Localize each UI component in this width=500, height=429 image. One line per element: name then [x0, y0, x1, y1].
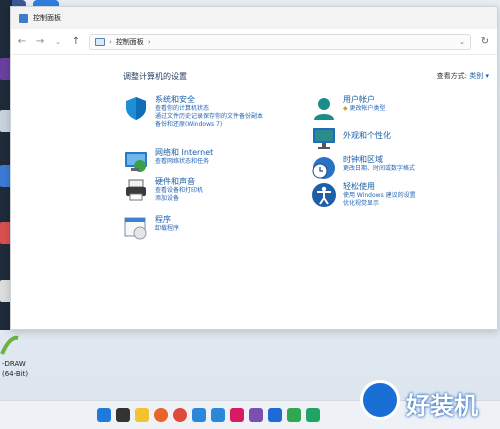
category-link[interactable]: 查看你的计算机状态 [155, 105, 263, 113]
view-by-label: 查看方式: [436, 72, 468, 80]
file-explorer-icon[interactable] [135, 408, 149, 422]
breadcrumb[interactable]: 控制面板 [116, 37, 144, 47]
desktop-label: (64-Bit) [2, 370, 29, 378]
back-arrow-icon[interactable]: ← [17, 36, 27, 47]
app-icon[interactable] [230, 408, 244, 422]
category-hardware-sound: 硬件和声音 查看设备和打印机 添加设备 [123, 177, 203, 203]
chevron-right-icon: › [109, 37, 112, 46]
category-user-accounts: 用户帐户 ◆ 更改帐户类型 [311, 95, 386, 121]
title-bar[interactable]: 控制面板 [11, 7, 497, 29]
category-title[interactable]: 用户帐户 [343, 95, 386, 105]
watermark-logo-icon [360, 380, 400, 420]
address-bar[interactable]: › 控制面板 › ⌄ [89, 33, 471, 50]
category-title[interactable]: 网络和 Internet [155, 148, 213, 158]
computer-icon [95, 37, 105, 46]
app-icon[interactable] [306, 408, 320, 422]
refresh-icon[interactable]: ↻ [479, 36, 491, 47]
shield-icon[interactable] [123, 95, 149, 121]
coreldraw-icon[interactable] [0, 334, 20, 356]
app-icon[interactable] [268, 408, 282, 422]
view-by: 查看方式: 类别 ▾ [437, 71, 489, 81]
app-icon[interactable] [211, 408, 225, 422]
category-system-security: 系统和安全 查看你的计算机状态 通过文件历史记录保存你的文件备份副本 备份和还原… [123, 95, 263, 129]
category-programs: 程序 卸载程序 [123, 215, 179, 241]
category-title[interactable]: 硬件和声音 [155, 177, 203, 187]
category-link[interactable]: 查看网络状态和任务 [155, 158, 213, 166]
category-title[interactable]: 外观和个性化 [343, 131, 391, 141]
up-arrow-icon[interactable]: ↑ [71, 36, 81, 47]
category-link[interactable]: 查看设备和打印机 [155, 187, 203, 195]
control-panel-icon [19, 13, 28, 23]
category-link[interactable]: ◆ 更改帐户类型 [343, 105, 386, 113]
uac-shield-icon: ◆ [343, 105, 348, 112]
printer-icon[interactable] [123, 177, 149, 203]
chevron-right-icon: › [147, 37, 151, 46]
category-link[interactable]: 通过文件历史记录保存你的文件备份副本 [155, 113, 263, 121]
category-link[interactable]: 更改日期、时间或数字格式 [343, 165, 415, 173]
category-link[interactable]: 使用 Windows 建议的设置 [343, 192, 416, 200]
watermark: 好装机 [360, 372, 496, 426]
app-icon[interactable] [287, 408, 301, 422]
category-appearance: 外观和个性化 [311, 125, 391, 151]
category-network-internet: 网络和 Internet 查看网络状态和任务 [123, 148, 213, 174]
category-link[interactable]: 备份和还原(Windows 7) [155, 121, 263, 129]
category-link[interactable]: 优化视觉显示 [343, 200, 416, 208]
navigation-bar: ← → ⌄ ↑ › 控制面板 › ⌄ ↻ [11, 29, 497, 55]
chrome-icon[interactable] [173, 408, 187, 422]
monitor-icon[interactable] [311, 125, 337, 151]
programs-icon[interactable] [123, 215, 149, 241]
category-title[interactable]: 程序 [155, 215, 179, 225]
category-link[interactable]: 添加设备 [155, 195, 203, 203]
network-globe-icon[interactable] [123, 148, 149, 174]
user-icon[interactable] [311, 95, 337, 121]
view-by-dropdown[interactable]: 类别 ▾ [469, 72, 489, 80]
app-icon[interactable] [192, 408, 206, 422]
category-title[interactable]: 轻松使用 [343, 182, 416, 192]
accessibility-icon[interactable] [311, 182, 337, 208]
app-icon[interactable] [249, 408, 263, 422]
chevron-down-icon[interactable]: ⌄ [459, 38, 465, 46]
category-clock-region: 时钟和区域 更改日期、时间或数字格式 [311, 155, 415, 181]
control-panel-window: 控制面板 ← → ⌄ ↑ › 控制面板 › ⌄ ↻ 调整计算机的设置 查看方式:… [10, 6, 498, 330]
firefox-icon[interactable] [154, 408, 168, 422]
category-ease-of-access: 轻松使用 使用 Windows 建议的设置 优化视觉显示 [311, 182, 416, 208]
category-link-text: 更改帐户类型 [349, 105, 386, 112]
clock-globe-icon[interactable] [311, 155, 337, 181]
category-title[interactable]: 时钟和区域 [343, 155, 415, 165]
windows-start-icon[interactable] [97, 408, 111, 422]
forward-arrow-icon[interactable]: → [35, 36, 45, 47]
page-title: 调整计算机的设置 [123, 72, 187, 81]
task-view-icon[interactable] [116, 408, 130, 422]
category-title[interactable]: 系统和安全 [155, 95, 263, 105]
watermark-text: 好装机 [406, 392, 478, 420]
window-title: 控制面板 [33, 14, 61, 22]
desktop-label: -DRAW [2, 360, 26, 368]
category-link[interactable]: 卸载程序 [155, 225, 179, 233]
recent-chevron-icon[interactable]: ⌄ [53, 38, 63, 46]
main-content: 调整计算机的设置 查看方式: 类别 ▾ 系统和安全 查看你的计算机状态 通过文件… [11, 55, 497, 329]
